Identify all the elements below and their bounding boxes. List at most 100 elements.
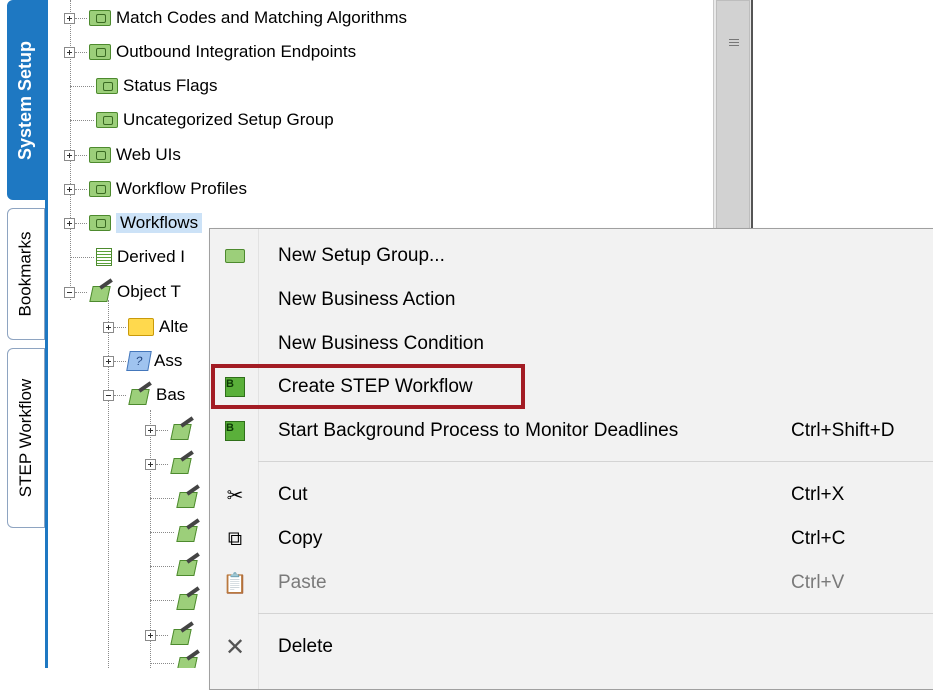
tree-node-workflows[interactable]: Workflows [64,208,203,238]
tab-system-setup[interactable]: System Setup [7,0,45,200]
tree-node[interactable] [150,585,204,615]
tree-node[interactable]: Bas [103,380,185,410]
menu-item-label: New Business Action [278,289,456,310]
tree-node[interactable]: Derived I [70,242,185,272]
tree-node-label: Uncategorized Setup Group [123,110,334,129]
menu-item-label: Start Background Process to Monitor Dead… [278,420,679,441]
object-type-icon [170,420,194,440]
question-icon: ? [126,351,152,371]
tree-node[interactable]: Outbound Integration Endpoints [64,37,356,67]
object-type-icon [176,653,200,668]
tree-node[interactable]: Web UIs [64,140,181,170]
menu-separator [258,461,933,462]
object-type-icon [176,488,200,508]
context-menu: New Setup Group... New Business Action N… [209,228,933,690]
tree-node[interactable] [150,648,204,668]
menu-item-label: Cut [278,484,308,505]
tree-node[interactable]: Status Flags [70,71,218,101]
expand-icon[interactable] [64,217,75,229]
tree-node[interactable]: Match Codes and Matching Algorithms [64,3,407,33]
tree-node[interactable]: ? Ass [103,346,182,376]
copy-icon: ⧉ [227,527,243,550]
collapse-icon[interactable] [64,286,75,298]
expand-icon[interactable] [145,458,156,470]
menu-item-copy[interactable]: ⧉ Copy Ctrl+C [210,520,933,558]
scissors-icon: ✂ [226,484,244,507]
expand-icon[interactable] [103,321,114,333]
tree-node-label: Object T [117,282,181,301]
menu-item-label: Paste [278,572,327,593]
setup-group-icon [89,44,111,60]
expand-icon[interactable] [64,149,75,161]
expand-icon[interactable] [103,355,114,367]
tree-node[interactable] [145,620,198,650]
menu-item-start-background-process[interactable]: B Start Background Process to Monitor De… [210,412,933,450]
menu-item-shortcut: Ctrl+C [791,528,846,549]
menu-item-label: New Setup Group... [278,245,445,266]
tree-node-label: Workflows [116,213,203,233]
tree-node[interactable]: Uncategorized Setup Group [70,105,334,135]
tree-node-label: Alte [159,317,189,336]
tree-node[interactable] [150,551,204,581]
expand-icon[interactable] [64,46,75,58]
tree-node-label: Match Codes and Matching Algorithms [116,8,408,27]
setup-group-icon [89,147,111,163]
tree-node[interactable] [145,415,198,445]
expand-icon[interactable] [145,629,156,641]
menu-separator [258,613,933,614]
menu-item-label: Copy [278,528,323,549]
tree-node[interactable]: Object T [64,277,181,307]
object-type-icon [89,282,113,302]
object-type-icon [128,385,152,405]
menu-item-new-business-condition[interactable]: New Business Condition [210,325,933,363]
collapse-icon[interactable] [103,389,114,401]
setup-group-icon [225,249,245,263]
expand-icon[interactable] [64,12,75,24]
setup-group-icon [96,112,118,128]
tree-node[interactable] [150,483,204,513]
tree-node-label: Ass [154,351,183,370]
object-type-icon [170,454,194,474]
menu-item-cut[interactable]: ✂ Cut Ctrl+X [210,476,933,514]
object-type-icon [170,625,194,645]
tree-node-label: Workflow Profiles [116,179,247,198]
tree-node-label: Derived I [117,247,186,266]
setup-group-icon [96,78,118,94]
folder-icon [128,318,154,336]
workflow-icon: B [225,421,245,441]
menu-item-create-step-workflow[interactable]: B Create STEP Workflow [210,368,933,406]
document-icon [96,248,112,266]
delete-icon: ✕ [224,633,246,661]
expand-icon[interactable] [64,183,75,195]
grip-icon [729,39,739,47]
tree-node-label: Web UIs [116,145,181,164]
tab-label: STEP Workflow [16,378,35,498]
tab-label: Bookmarks [16,231,35,317]
workflow-icon: B [225,377,245,397]
tree-node[interactable] [145,449,198,479]
tab-step-workflow[interactable]: STEP Workflow [7,348,45,528]
menu-item-shortcut: Ctrl+V [791,572,845,593]
tree-node[interactable]: Workflow Profiles [64,174,247,204]
setup-group-icon [89,215,111,231]
vertical-tab-strip: System Setup Bookmarks STEP Workflow [0,0,54,668]
tree-node[interactable] [150,517,204,547]
setup-group-icon [89,181,111,197]
tree-node-label: Outbound Integration Endpoints [116,42,357,61]
tree-node-label: Bas [156,385,186,404]
object-type-icon [176,556,200,576]
menu-item-shortcut: Ctrl+X [791,484,845,505]
paste-icon: 📋 [222,572,248,595]
tab-bookmarks[interactable]: Bookmarks [7,208,45,340]
expand-icon[interactable] [145,424,156,436]
tree-node[interactable]: Alte [103,312,188,342]
object-type-icon [176,590,200,610]
scrollbar-thumb[interactable] [716,0,750,248]
menu-item-paste[interactable]: 📋 Paste Ctrl+V [210,564,933,602]
menu-item-label: Delete [278,636,333,657]
menu-item-new-business-action[interactable]: New Business Action [210,281,933,319]
tree-node-label: Status Flags [123,76,218,95]
menu-item-delete[interactable]: ✕ Delete [210,628,933,666]
tab-border [45,0,48,668]
menu-item-new-setup-group[interactable]: New Setup Group... [210,237,933,275]
